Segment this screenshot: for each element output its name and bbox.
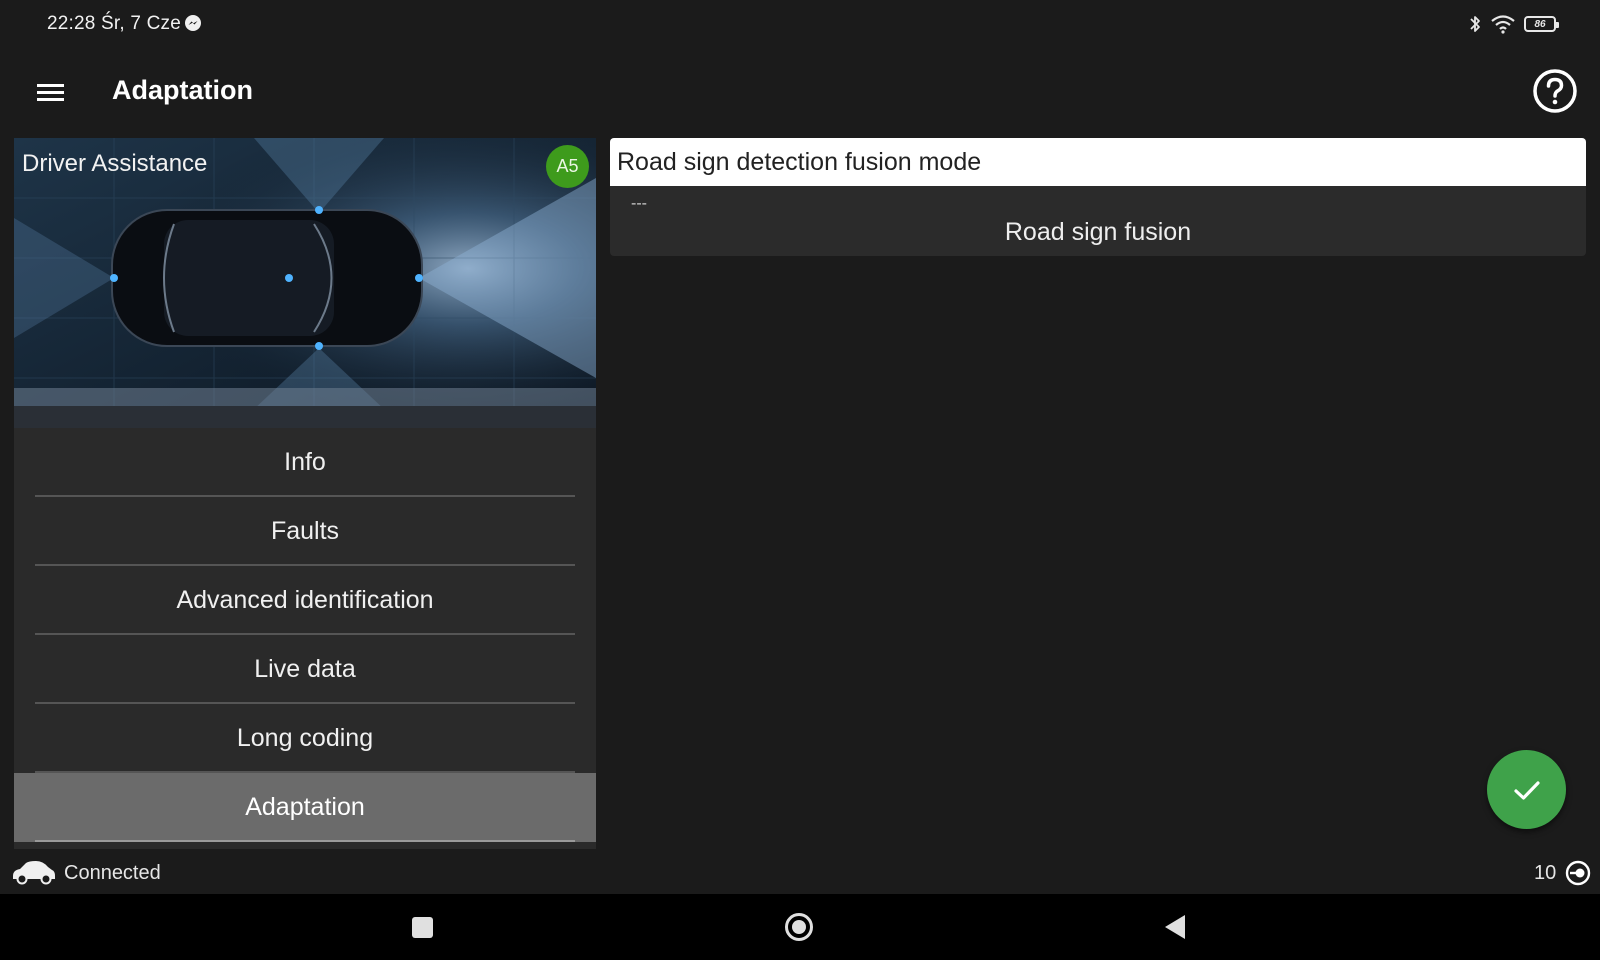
connection-status: Connected xyxy=(64,862,161,884)
status-time: 22:28 Śr, 7 Cze xyxy=(47,13,181,34)
module-badge: A5 xyxy=(546,145,589,188)
module-image: Driver Assistance A5 xyxy=(14,138,596,428)
status-icons: 86 xyxy=(1468,12,1559,36)
back-icon[interactable] xyxy=(1165,915,1185,939)
help-icon[interactable] xyxy=(1532,68,1578,114)
home-icon[interactable] xyxy=(785,913,813,941)
battery-icon: 86 xyxy=(1524,16,1559,32)
hamburger-menu-icon[interactable] xyxy=(34,78,68,108)
menu-item-advanced-identification[interactable]: Advanced identification xyxy=(14,566,596,635)
recents-icon[interactable] xyxy=(412,917,433,938)
checkmark-icon xyxy=(1513,780,1540,800)
driver-assistance-car-illustration xyxy=(14,138,596,428)
parameter-value[interactable]: Road sign fusion xyxy=(610,218,1586,247)
messenger-icon xyxy=(185,15,201,31)
car-connected-icon xyxy=(13,861,55,885)
session-icon[interactable] xyxy=(1564,859,1592,887)
page-title: Adaptation xyxy=(112,75,253,105)
navigation-bar xyxy=(0,894,1600,960)
module-menu: Info Faults Advanced identification Live… xyxy=(14,428,596,842)
parameter-name: Road sign detection fusion mode xyxy=(610,138,1586,186)
menu-item-adaptation[interactable]: Adaptation xyxy=(14,773,596,842)
bluetooth-icon xyxy=(1470,16,1480,32)
menu-item-faults[interactable]: Faults xyxy=(14,497,596,566)
parameter-previous-value: --- xyxy=(631,195,647,212)
adaptation-parameter-card[interactable]: Road sign detection fusion mode --- Road… xyxy=(610,138,1586,256)
app-bar: Adaptation xyxy=(0,48,1600,138)
module-panel: Driver Assistance A5 Info Faults Advance… xyxy=(14,138,596,849)
status-bar: 22:28 Śr, 7 Cze 86 xyxy=(0,0,1600,48)
menu-item-long-coding[interactable]: Long coding xyxy=(14,704,596,773)
menu-item-live-data[interactable]: Live data xyxy=(14,635,596,704)
menu-item-info[interactable]: Info xyxy=(14,428,596,497)
wifi-icon xyxy=(1491,15,1515,34)
session-count: 10 xyxy=(1534,862,1557,884)
confirm-button[interactable] xyxy=(1487,750,1566,829)
battery-level: 86 xyxy=(1534,18,1546,30)
module-name: Driver Assistance xyxy=(22,150,208,177)
